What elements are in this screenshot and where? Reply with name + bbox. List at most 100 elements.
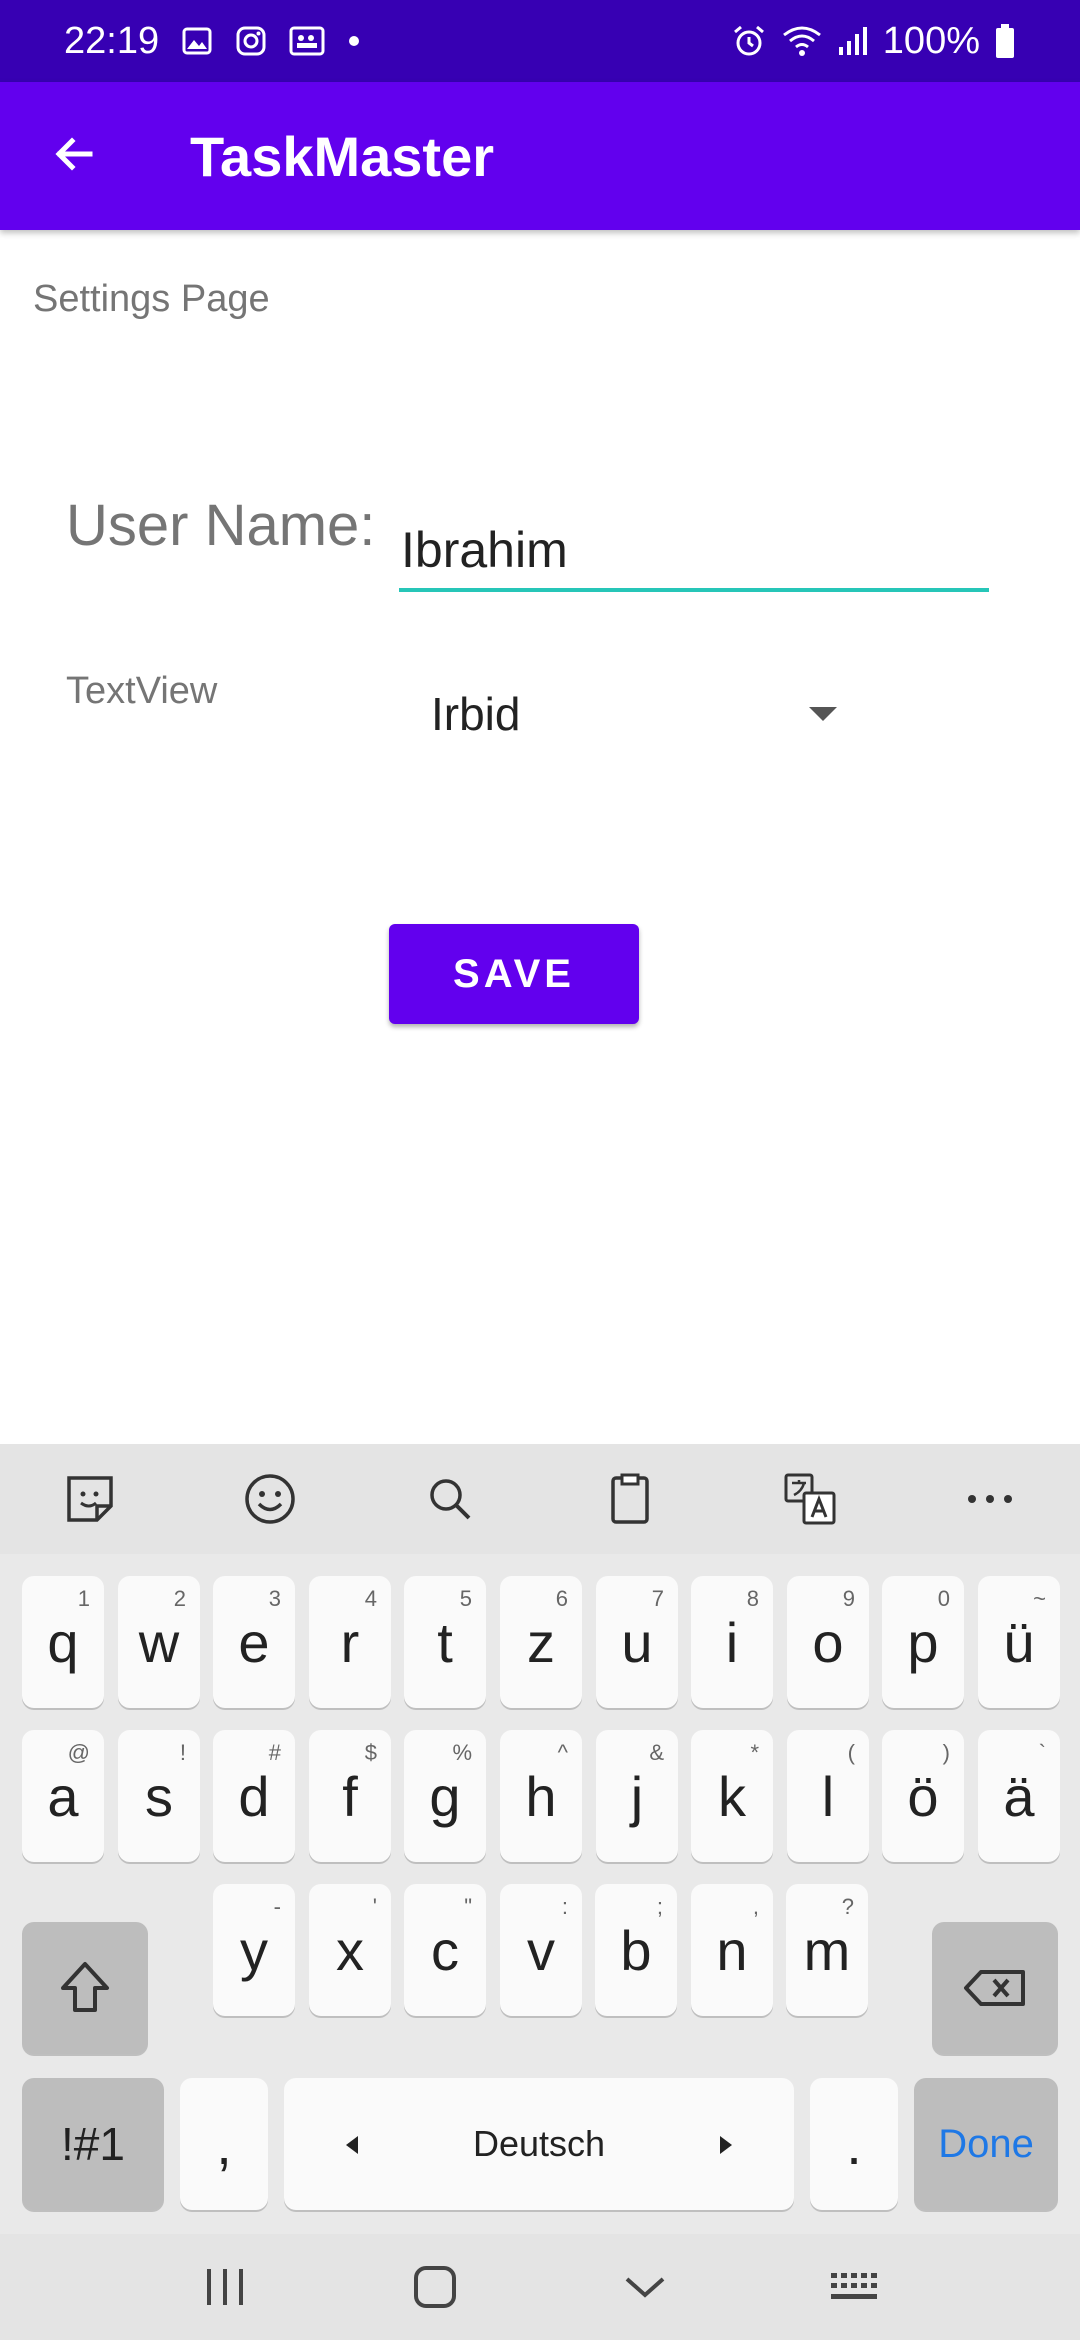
symbols-key[interactable]: !#1 (22, 2078, 164, 2210)
key-label: e (238, 1610, 270, 1674)
key-label: n (716, 1918, 748, 1982)
comma-key[interactable]: , (180, 2078, 268, 2210)
alarm-icon (731, 23, 767, 59)
battery-percent: 100% (882, 19, 980, 62)
textview-label: TextView (66, 670, 218, 712)
key-label: y (240, 1918, 268, 1982)
key-label: u (621, 1610, 653, 1674)
backspace-key[interactable] (932, 1922, 1058, 2054)
key-label: p (907, 1610, 939, 1674)
keyboard-keys: !#1 , Deutsch . Done 1q2w3e4r5t6z7u8i9o0… (0, 1554, 1080, 2234)
key-label: r (340, 1610, 360, 1674)
instagram-icon (235, 25, 267, 57)
key-label: b (620, 1918, 652, 1982)
key-label: s (145, 1764, 173, 1828)
app-bar: TaskMaster (0, 82, 1080, 230)
key-label: o (812, 1610, 844, 1674)
soft-keyboard: !#1 , Deutsch . Done 1q2w3e4r5t6z7u8i9o0… (0, 1444, 1080, 2340)
key-label: ü (1003, 1610, 1035, 1674)
key-n[interactable]: ,n (691, 1884, 773, 2016)
key-hint: & (649, 1740, 664, 1765)
done-key[interactable]: Done (914, 2078, 1058, 2210)
key-a[interactable]: @ a (22, 1730, 104, 1862)
key-ü[interactable]: ~ ü (978, 1576, 1060, 1708)
city-selected-value: Irbid (431, 688, 521, 740)
city-spinner[interactable]: Irbid (399, 674, 859, 754)
key-hint: 9 (842, 1586, 855, 1611)
key-hint: : (561, 1894, 568, 1919)
sticker-icon[interactable] (45, 1454, 135, 1544)
key-f[interactable]: $ f (309, 1730, 391, 1862)
back-button[interactable] (0, 82, 148, 230)
key-w[interactable]: 2w (118, 1576, 200, 1708)
back-chevron-icon[interactable] (595, 2247, 695, 2327)
key-ö[interactable]: ) ö (882, 1730, 964, 1862)
user-name-input[interactable] (399, 512, 989, 592)
key-label: a (47, 1764, 79, 1828)
key-r[interactable]: 4r (309, 1576, 391, 1708)
key-hint: ) (942, 1740, 950, 1765)
image-icon (181, 25, 213, 57)
key-hint: 0 (937, 1586, 950, 1611)
more-icon[interactable] (945, 1454, 1035, 1544)
key-v[interactable]: :v (500, 1884, 582, 2016)
user-name-label: User Name: (66, 493, 376, 558)
key-hint: * (750, 1740, 759, 1765)
key-i[interactable]: 8i (691, 1576, 773, 1708)
key-label: l (821, 1764, 835, 1828)
key-label: w (138, 1610, 180, 1674)
key-label: k (718, 1764, 746, 1828)
clipboard-icon[interactable] (585, 1454, 675, 1544)
space-key[interactable]: Deutsch (284, 2078, 794, 2210)
key-hint: % (452, 1740, 472, 1765)
key-label: d (238, 1764, 270, 1828)
translate-icon[interactable] (765, 1454, 855, 1544)
key-o[interactable]: 9o (787, 1576, 869, 1708)
key-ä[interactable]: ` ä (978, 1730, 1060, 1862)
key-hint: 4 (364, 1586, 377, 1611)
key-m[interactable]: ? m (786, 1884, 868, 2016)
key-z[interactable]: 6z (500, 1576, 582, 1708)
key-label: ä (1003, 1764, 1035, 1828)
key-j[interactable]: & j (596, 1730, 678, 1862)
key-k[interactable]: * k (691, 1730, 773, 1862)
key-label: j (630, 1764, 644, 1828)
keyboard-icon[interactable] (805, 2247, 905, 2327)
key-hint: ^ (557, 1740, 568, 1765)
key-c[interactable]: " c (404, 1884, 486, 2016)
key-h[interactable]: ^ h (500, 1730, 582, 1862)
key-x[interactable]: ' x (309, 1884, 391, 2016)
emoji-icon[interactable] (225, 1454, 315, 1544)
key-q[interactable]: 1q (22, 1576, 104, 1708)
recents-icon[interactable] (175, 2247, 275, 2327)
key-b[interactable]: ; b (595, 1884, 677, 2016)
key-s[interactable]: ! s (118, 1730, 200, 1862)
key-hint: ~ (1033, 1586, 1046, 1611)
home-icon[interactable] (385, 2247, 485, 2327)
period-key[interactable]: . (810, 2078, 898, 2210)
shift-icon (61, 1962, 109, 2012)
key-g[interactable]: % g (404, 1730, 486, 1862)
save-button[interactable]: SAVE (389, 924, 639, 1024)
keyboard-toolbar (0, 1444, 1080, 1554)
battery-icon (994, 23, 1016, 59)
key-label: g (429, 1764, 461, 1828)
key-hint: $ (364, 1740, 377, 1765)
key-hint: - (273, 1894, 281, 1919)
key-y[interactable]: -y (213, 1884, 295, 2016)
key-hint: @ (67, 1740, 90, 1765)
key-d[interactable]: # d (213, 1730, 295, 1862)
key-hint: ` (1038, 1740, 1046, 1765)
search-icon[interactable] (405, 1454, 495, 1544)
key-t[interactable]: 5t (404, 1576, 486, 1708)
key-hint: ! (179, 1740, 186, 1765)
arrow-left-icon (344, 2123, 360, 2165)
key-e[interactable]: 3e (213, 1576, 295, 1708)
key-u[interactable]: 7u (596, 1576, 678, 1708)
key-label: z (527, 1610, 555, 1674)
key-hint: 1 (77, 1586, 90, 1611)
shift-key[interactable] (22, 1922, 148, 2054)
status-bar: 22:19 100% (0, 0, 1080, 82)
key-l[interactable]: (l (787, 1730, 869, 1862)
key-p[interactable]: 0p (882, 1576, 964, 1708)
